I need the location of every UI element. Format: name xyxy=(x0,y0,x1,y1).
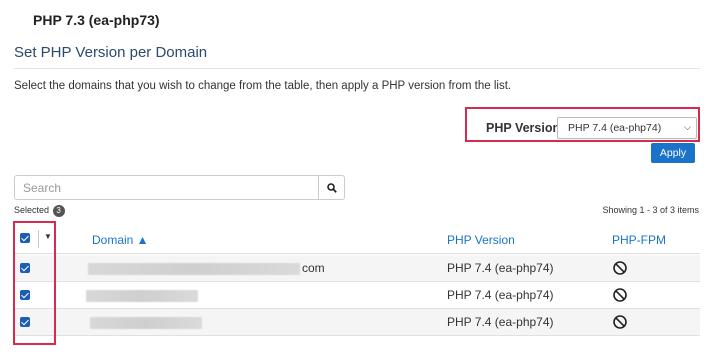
showing-items-text: Showing 1 - 3 of 3 items xyxy=(602,205,699,215)
instructions-text: Select the domains that you wish to chan… xyxy=(14,80,512,92)
php-fpm-column-header[interactable]: PHP-FPM xyxy=(612,233,666,247)
search-input[interactable]: Search xyxy=(14,175,319,200)
selected-count-badge: 3 xyxy=(52,205,65,217)
row-php-version: PHP 7.4 (ea-php74) xyxy=(447,315,554,329)
table-row[interactable]: com PHP 7.4 (ea-php74) xyxy=(14,255,700,282)
php-version-select[interactable]: PHP 7.4 (ea-php74) ⌵ xyxy=(557,117,697,139)
redacted-domain xyxy=(90,317,202,329)
no-entry-icon xyxy=(613,315,627,329)
php-version-column-header[interactable]: PHP Version xyxy=(447,233,515,247)
selected-count-label: Selected 3 xyxy=(14,205,65,217)
search-button[interactable] xyxy=(318,175,345,200)
domain-column-header[interactable]: Domain ▲ xyxy=(92,233,149,247)
no-entry-icon xyxy=(613,261,627,275)
apply-button[interactable]: Apply xyxy=(651,143,695,163)
search-icon xyxy=(327,183,337,193)
table-row[interactable]: PHP 7.4 (ea-php74) xyxy=(14,282,700,309)
chevron-down-icon: ⌵ xyxy=(684,122,691,132)
row-php-version: PHP 7.4 (ea-php74) xyxy=(447,288,554,302)
section-divider xyxy=(14,68,700,69)
page-title: PHP 7.3 (ea-php73) xyxy=(33,12,160,28)
checkbox-highlight-box xyxy=(13,221,56,345)
php-version-label: PHP Version xyxy=(486,121,561,135)
table-row[interactable]: PHP 7.4 (ea-php74) xyxy=(14,309,700,336)
php-version-selected-value: PHP 7.4 (ea-php74) xyxy=(568,122,662,134)
section-title: Set PHP Version per Domain xyxy=(14,44,208,61)
no-entry-icon xyxy=(613,288,627,302)
domain-suffix: com xyxy=(302,261,325,275)
row-php-version: PHP 7.4 (ea-php74) xyxy=(447,261,554,275)
redacted-domain xyxy=(88,263,300,275)
table-header: ▼ Domain ▲ PHP Version PHP-FPM xyxy=(14,224,700,254)
redacted-domain xyxy=(86,290,198,302)
